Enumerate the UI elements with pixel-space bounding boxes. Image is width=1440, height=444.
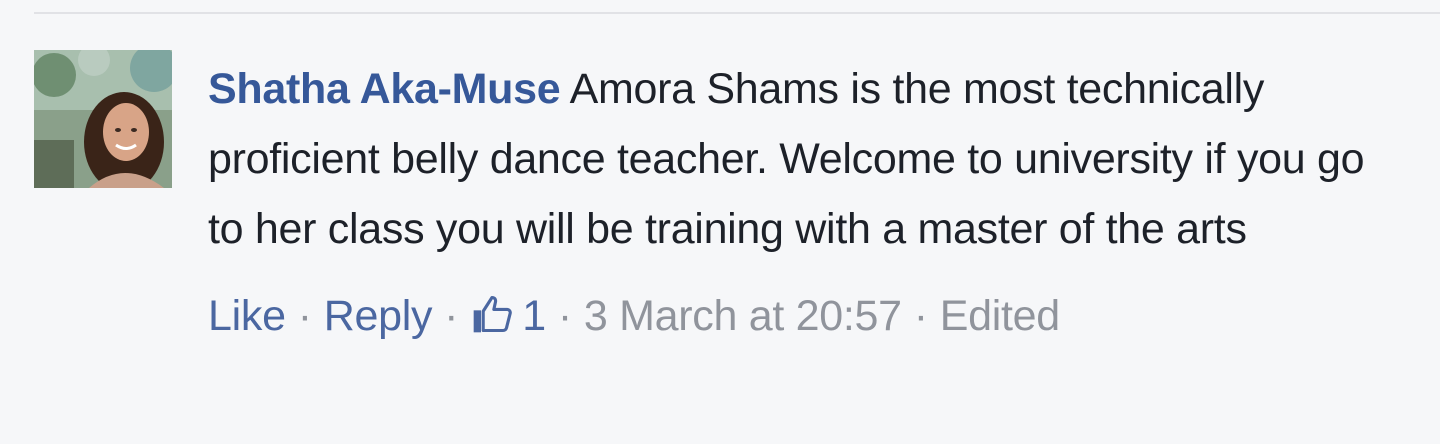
separator: · [913,292,928,340]
like-count-button[interactable]: 1 [470,286,546,346]
timestamp-link[interactable]: 3 March at 20:57 [584,286,902,346]
separator: · [297,292,312,340]
comment-actions: Like · Reply · 1 · 3 March at 20:57 · Ed… [208,286,1408,346]
profile-photo-icon [34,50,172,188]
avatar[interactable] [34,50,172,188]
edited-link[interactable]: Edited [940,286,1060,346]
separator: · [557,292,572,340]
thumbs-up-icon [470,292,514,336]
reply-button[interactable]: Reply [324,286,433,346]
like-button[interactable]: Like [208,286,286,346]
author-name-link[interactable]: Shatha Aka-Muse [208,65,561,113]
comment-body: Shatha Aka-Muse Amora Shams is the most … [208,54,1408,264]
comment-content: Shatha Aka-Muse Amora Shams is the most … [208,54,1408,346]
separator: · [444,292,459,340]
top-divider [34,12,1440,14]
like-count: 1 [522,292,546,340]
